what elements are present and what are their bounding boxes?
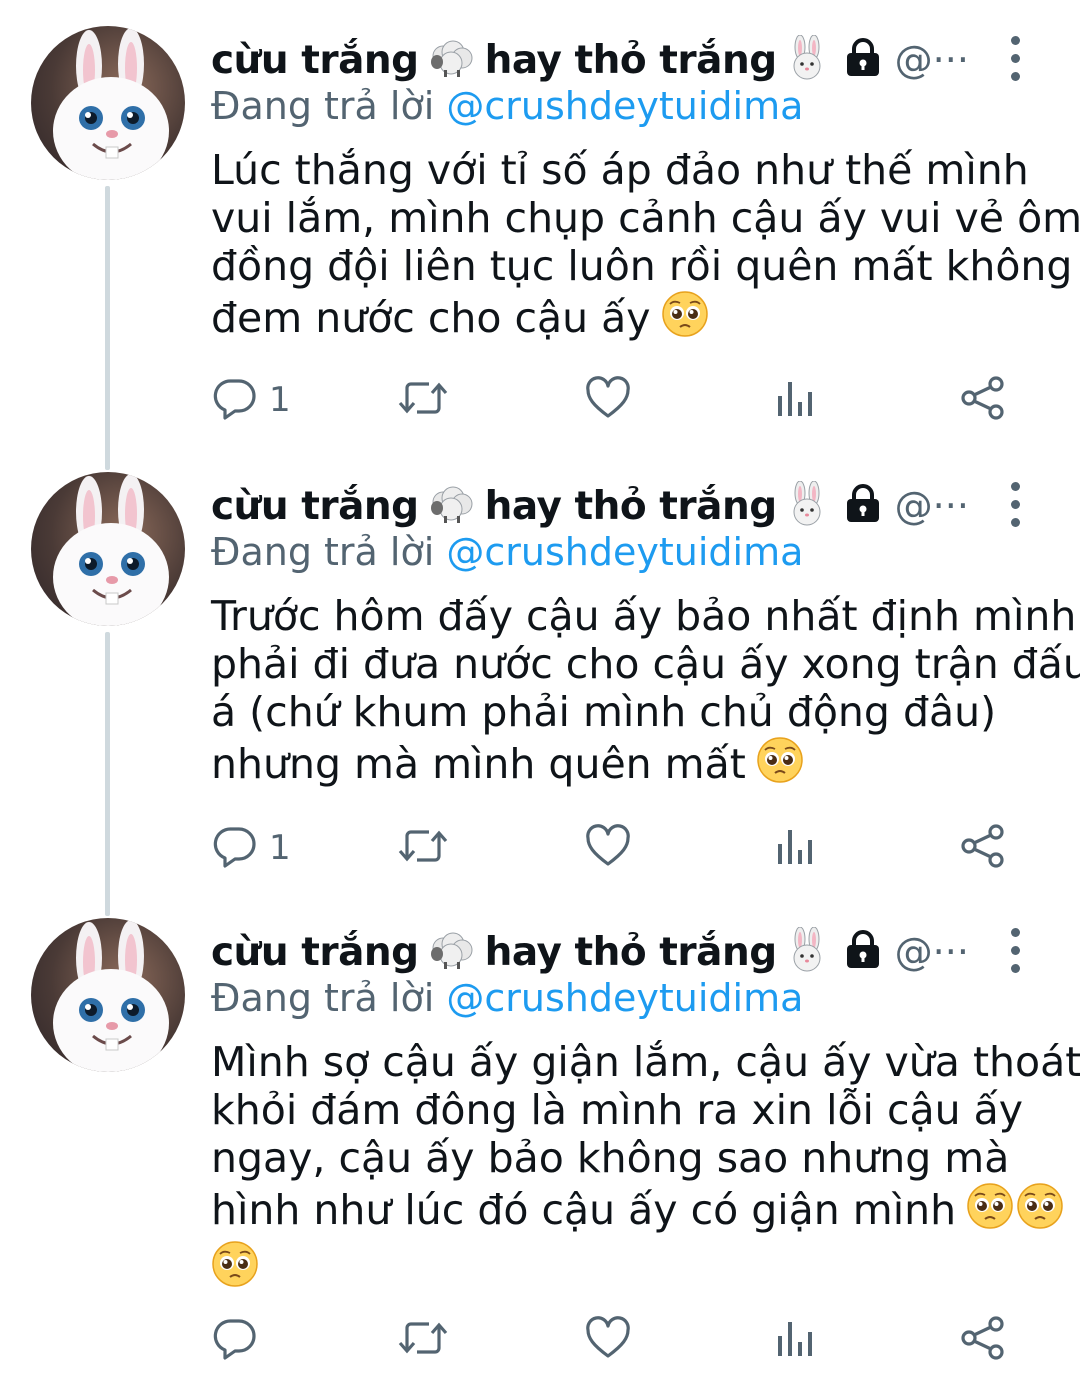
- reply-icon: [213, 1316, 257, 1364]
- tweet-text-line: Lúc thắng với tỉ số áp đảo như thế mình: [211, 146, 1029, 194]
- tweet-actions: 1: [0, 370, 1080, 430]
- avatar[interactable]: [31, 472, 185, 626]
- tweet-text: Trước hôm đấy cậu ấy bảo nhất định mình …: [211, 592, 1080, 794]
- pleading-face-emoji: [966, 1182, 1014, 1240]
- reply-mention-link[interactable]: @crushdeytuidima: [446, 530, 803, 574]
- tweet-text-fragment: hình như lúc đó cậu ấy có giận mình: [211, 1186, 957, 1234]
- views-button[interactable]: [775, 370, 817, 430]
- reply-prefix: Đang trả lời: [211, 84, 435, 128]
- share-button[interactable]: [960, 1310, 1006, 1370]
- reply-mention-link[interactable]: @crushdeytuidima: [446, 976, 803, 1020]
- display-name[interactable]: cừu trắng: [211, 484, 419, 529]
- heart-icon: [585, 824, 631, 872]
- analytics-icon: [775, 376, 817, 424]
- lock-icon: [843, 484, 883, 528]
- tweet-text-fragment: đem nước cho cậu ấy: [211, 294, 651, 342]
- more-icon[interactable]: [1003, 928, 1029, 988]
- tweet-text-line: á (chứ khum phải mình chủ động đâu): [211, 688, 997, 736]
- pleading-face-emoji: [211, 1240, 259, 1298]
- tweet-text-line: đồng đội liên tục luôn rồi quên mất khôn…: [211, 242, 1073, 290]
- tweet-text: Mình sợ cậu ấy giận lắm, cậu ấy vừa thoá…: [211, 1038, 1080, 1298]
- pleading-face-emoji: [756, 736, 804, 794]
- rabbit-emoji: [787, 34, 827, 85]
- sheep-emoji: [429, 930, 475, 974]
- display-name[interactable]: cừu trắng: [211, 930, 419, 975]
- tweet-text-line-last: đem nước cho cậu ấy: [211, 290, 1051, 348]
- reply-mention-link[interactable]: @crushdeytuidima: [446, 84, 803, 128]
- replying-to: Đang trả lời @crushdeytuidima: [211, 530, 803, 574]
- tweet-text-line: phải đi đưa nước cho cậu ấy xong trận đấ…: [211, 640, 1080, 688]
- reply-button[interactable]: [213, 1310, 269, 1370]
- tweet-text-line: khỏi đám đông là mình ra xin lỗi cậu ấy: [211, 1086, 1024, 1134]
- lock-icon: [843, 38, 883, 82]
- more-icon[interactable]: [1003, 36, 1029, 96]
- tweet-thread: cừu trắng hay thỏ trắng @··· Đang trả lờ…: [0, 0, 1080, 1392]
- sheep-emoji: [429, 38, 475, 82]
- heart-icon: [585, 376, 631, 424]
- views-button[interactable]: [775, 1310, 817, 1370]
- avatar[interactable]: [31, 918, 185, 1072]
- tweet-header: cừu trắng hay thỏ trắng @···: [211, 476, 969, 536]
- share-button[interactable]: [960, 818, 1006, 878]
- handle[interactable]: @···: [895, 930, 969, 974]
- analytics-icon: [775, 824, 817, 872]
- retweet-icon: [397, 824, 449, 872]
- retweet-button[interactable]: [397, 1310, 449, 1370]
- reply-prefix: Đang trả lời: [211, 976, 435, 1020]
- avatar[interactable]: [31, 26, 185, 180]
- display-name-part2[interactable]: hay thỏ trắng: [485, 38, 778, 83]
- handle[interactable]: @···: [895, 484, 969, 528]
- tweet-text-line: Trước hôm đấy cậu ấy bảo nhất định mình: [211, 592, 1077, 640]
- like-button[interactable]: [585, 370, 631, 430]
- tweet[interactable]: cừu trắng hay thỏ trắng @··· Đang trả lờ…: [0, 446, 1080, 892]
- share-icon: [960, 1315, 1006, 1365]
- heart-icon: [585, 1316, 631, 1364]
- handle[interactable]: @···: [895, 38, 969, 82]
- retweet-button[interactable]: [397, 370, 449, 430]
- reply-button[interactable]: 1: [213, 370, 291, 430]
- tweet-text-line: Mình sợ cậu ấy giận lắm, cậu ấy vừa thoá…: [211, 1038, 1080, 1086]
- tweet-header: cừu trắng hay thỏ trắng @···: [211, 922, 969, 982]
- tweet-text-line-last: nhưng mà mình quên mất: [211, 736, 1051, 794]
- reply-icon: [213, 824, 257, 872]
- rabbit-emoji: [787, 480, 827, 531]
- tweet-actions: [0, 1310, 1080, 1370]
- tweet-text-line: vui lắm, mình chụp cảnh cậu ấy vui vẻ ôm: [211, 194, 1080, 242]
- reply-prefix: Đang trả lời: [211, 530, 435, 574]
- display-name-part2[interactable]: hay thỏ trắng: [485, 484, 778, 529]
- replying-to: Đang trả lời @crushdeytuidima: [211, 84, 803, 128]
- reply-count: 1: [269, 380, 291, 420]
- share-icon: [960, 823, 1006, 873]
- replying-to: Đang trả lời @crushdeytuidima: [211, 976, 803, 1020]
- tweet-text-line: hình như lúc đó cậu ấy có giận mình: [211, 1182, 1063, 1240]
- sheep-emoji: [429, 484, 475, 528]
- tweet-text: Lúc thắng với tỉ số áp đảo như thế mình …: [211, 146, 1080, 348]
- share-icon: [960, 375, 1006, 425]
- tweet-actions: 1: [0, 818, 1080, 878]
- tweet[interactable]: cừu trắng hay thỏ trắng @··· Đang trả lờ…: [0, 0, 1080, 446]
- analytics-icon: [775, 1316, 817, 1364]
- retweet-icon: [397, 376, 449, 424]
- retweet-button[interactable]: [397, 818, 449, 878]
- share-button[interactable]: [960, 370, 1006, 430]
- reply-button[interactable]: 1: [213, 818, 291, 878]
- retweet-icon: [397, 1316, 449, 1364]
- tweet-header: cừu trắng hay thỏ trắng @···: [211, 30, 969, 90]
- tweet-text-fragment: nhưng mà mình quên mất: [211, 740, 746, 788]
- display-name[interactable]: cừu trắng: [211, 38, 419, 83]
- rabbit-emoji: [787, 926, 827, 977]
- reply-icon: [213, 376, 257, 424]
- tweet[interactable]: cừu trắng hay thỏ trắng @··· Đang trả lờ…: [0, 892, 1080, 1392]
- views-button[interactable]: [775, 818, 817, 878]
- tweet-text-line: ngay, cậu ấy bảo không sao nhưng mà: [211, 1134, 1010, 1182]
- pleading-face-emoji: [661, 290, 709, 348]
- like-button[interactable]: [585, 1310, 631, 1370]
- like-button[interactable]: [585, 818, 631, 878]
- reply-count: 1: [269, 828, 291, 868]
- tweet-text-line-last: [211, 1240, 1051, 1298]
- more-icon[interactable]: [1003, 482, 1029, 542]
- lock-icon: [843, 930, 883, 974]
- pleading-face-emoji: [1016, 1182, 1064, 1240]
- display-name-part2[interactable]: hay thỏ trắng: [485, 930, 778, 975]
